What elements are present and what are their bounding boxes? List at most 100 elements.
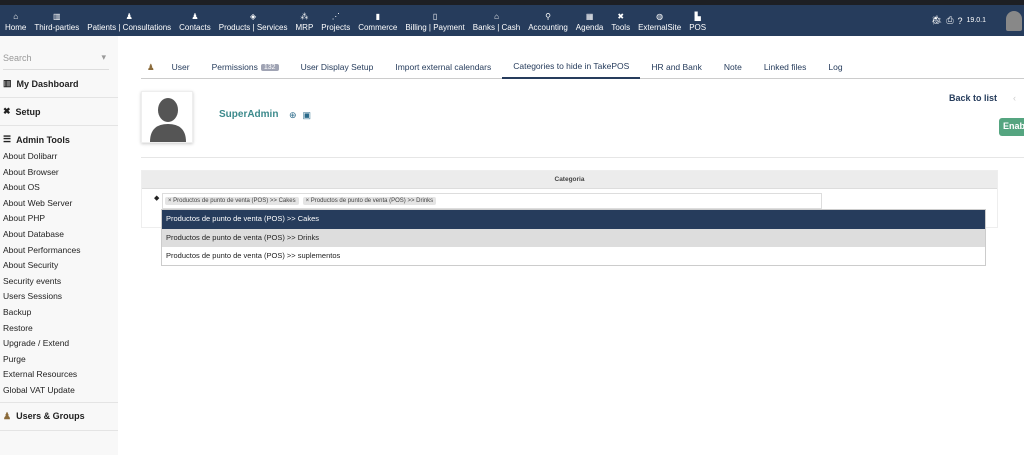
globe-icon: ◍ bbox=[656, 12, 664, 21]
category-dropdown: Productos de punto de venta (POS) >> Cak… bbox=[161, 209, 986, 266]
tab-label: HR and Bank bbox=[651, 62, 702, 72]
nav-item-pos[interactable]: ▙ POS bbox=[685, 11, 710, 36]
nav-item-banks-cash[interactable]: ⌂ Banks | Cash bbox=[469, 11, 524, 36]
tab-label: Categories to hide in TakePOS bbox=[513, 61, 630, 71]
contacts-icon: ♟ bbox=[191, 12, 199, 21]
sidebar-item[interactable]: Backup bbox=[0, 304, 118, 320]
sidebar-item[interactable]: Restore bbox=[0, 320, 118, 336]
tab-user[interactable]: User bbox=[161, 56, 201, 79]
nav-label: Accounting bbox=[528, 23, 568, 32]
user-avatar[interactable] bbox=[1006, 10, 1022, 31]
tab-label: User Display Setup bbox=[300, 62, 374, 72]
download-icon[interactable]: ⊕ bbox=[289, 110, 297, 121]
back-to-list-link[interactable]: Back to list bbox=[949, 93, 997, 103]
sidebar-dashboard[interactable]: ▥ My Dashboard bbox=[0, 70, 118, 98]
tab-permissions[interactable]: Permissions 132 bbox=[201, 56, 290, 79]
nav-item-commerce[interactable]: ▮ Commerce bbox=[354, 11, 401, 36]
sidebar-item[interactable]: About Performances bbox=[0, 242, 118, 258]
tag-icon: ◆ bbox=[154, 195, 160, 202]
tab-label: Note bbox=[723, 62, 742, 72]
nav-label: POS bbox=[689, 23, 707, 32]
server-icon: ☰ bbox=[3, 134, 12, 144]
sidebar-item[interactable]: About Web Server bbox=[0, 195, 118, 211]
nav-label: Billing | Payment bbox=[405, 23, 465, 32]
sidebar-item[interactable]: Security events bbox=[0, 273, 118, 289]
search-dollar-icon: ⚲ bbox=[545, 12, 551, 21]
nav-item-agenda[interactable]: ▦ Agenda bbox=[572, 11, 608, 36]
tab-label: User bbox=[171, 62, 190, 72]
cash-register-icon: ▙ bbox=[694, 12, 701, 21]
nav-item-patients-consultations[interactable]: ♟ Patients | Consultations bbox=[83, 11, 175, 36]
previous-icon[interactable]: ‹ bbox=[1013, 93, 1016, 103]
nav-label: Home bbox=[5, 23, 27, 32]
dropdown-option[interactable]: Productos de punto de venta (POS) >> sup… bbox=[162, 247, 985, 266]
selected-chip[interactable]: × Productos de punto de venta (POS) >> C… bbox=[165, 197, 299, 205]
tab-linked-files[interactable]: Linked files bbox=[753, 56, 818, 79]
nav-item-home[interactable]: ⌂ Home bbox=[1, 11, 30, 36]
tools-icon: ✖ bbox=[617, 12, 625, 21]
enable-button[interactable]: Enable bbox=[999, 118, 1024, 136]
tab-user-display-setup[interactable]: User Display Setup bbox=[290, 56, 385, 79]
sidebar-item[interactable]: About Database bbox=[0, 226, 118, 242]
tab-label: Linked files bbox=[763, 62, 807, 72]
dropdown-option[interactable]: Productos de punto de venta (POS) >> Cak… bbox=[162, 210, 985, 229]
nav-item-accounting[interactable]: ⚲ Accounting bbox=[524, 11, 572, 36]
user-icon: ♟ bbox=[147, 61, 155, 72]
sidebar-item[interactable]: About Browser bbox=[0, 164, 118, 180]
sidebar-item[interactable]: Users Sessions bbox=[0, 288, 118, 304]
tab-note[interactable]: Note bbox=[713, 56, 753, 79]
invoice-icon: ▯ bbox=[432, 12, 438, 21]
sidebar: Search ▾ ▥ My Dashboard ✖ Setup ☰ Admin Tool… bbox=[0, 36, 118, 455]
tab-categories-to-hide-in-takepos[interactable]: Categories to hide in TakePOS bbox=[502, 56, 641, 79]
sidebar-item[interactable]: Upgrade / Extend bbox=[0, 335, 118, 351]
nav-item-third-parties[interactable]: ▥ Third-parties bbox=[30, 11, 83, 36]
nav-item-externalsite[interactable]: ◍ ExternalSite bbox=[634, 11, 685, 36]
version-label: 19.0.1 bbox=[966, 17, 986, 24]
tools-icon: ✖ bbox=[3, 106, 11, 116]
search-input[interactable]: Search ▾ bbox=[3, 46, 109, 70]
nav-item-projects[interactable]: ⋰ Projects bbox=[317, 11, 354, 36]
tab-label: Log bbox=[828, 62, 843, 72]
bug-icon[interactable]: 🐞︎ bbox=[931, 15, 942, 26]
vcard-icon[interactable]: ▣ bbox=[303, 110, 312, 121]
tab-import-external-calendars[interactable]: Import external calendars bbox=[384, 56, 502, 79]
sidebar-admin-tools[interactable]: ☰ Admin Tools bbox=[0, 126, 118, 148]
user-name[interactable]: SuperAdmin bbox=[219, 109, 278, 120]
user-icon: ♟ bbox=[3, 410, 12, 421]
nav-label: Banks | Cash bbox=[472, 23, 521, 32]
help-icon[interactable]: ? bbox=[958, 16, 963, 26]
tab-hr-and-bank[interactable]: HR and Bank bbox=[640, 56, 713, 79]
print-icon[interactable]: ⎙ bbox=[946, 15, 953, 26]
sidebar-item[interactable]: About PHP bbox=[0, 210, 118, 226]
tab-label: Import external calendars bbox=[395, 62, 492, 72]
nav-label: Agenda bbox=[575, 23, 604, 32]
sidebar-item[interactable]: Global VAT Update bbox=[0, 382, 118, 398]
sidebar-setup[interactable]: ✖ Setup bbox=[0, 98, 118, 126]
sidebar-item[interactable]: About Dolibarr bbox=[0, 148, 118, 164]
sidebar-item[interactable]: About Security bbox=[0, 257, 118, 273]
nav-item-contacts[interactable]: ♟ Contacts bbox=[175, 11, 215, 36]
sidebar-item[interactable]: About OS bbox=[0, 179, 118, 195]
tab-log[interactable]: Log bbox=[817, 56, 853, 79]
sidebar-item[interactable]: Purge bbox=[0, 351, 118, 367]
nav-label: Patients | Consultations bbox=[87, 23, 172, 32]
nav-label: Commerce bbox=[358, 23, 398, 32]
nav-item-billing-payment[interactable]: ▯ Billing | Payment bbox=[401, 11, 468, 36]
nav-item-tools[interactable]: ✖ Tools bbox=[607, 11, 634, 36]
category-multiselect[interactable]: × Productos de punto de venta (POS) >> C… bbox=[162, 193, 822, 209]
sidebar-dashboard-label: My Dashboard bbox=[16, 78, 79, 89]
nav-item-mrp[interactable]: ⁂ MRP bbox=[292, 11, 318, 36]
tab-bar: ♟ User Permissions 132 User Display Setup Imp… bbox=[141, 56, 1024, 79]
cube-icon: ◈ bbox=[250, 12, 257, 21]
selected-chip[interactable]: × Productos de punto de venta (POS) >> D… bbox=[302, 197, 437, 205]
sidebar-users-groups[interactable]: ♟ Users & Groups bbox=[0, 401, 118, 431]
dropdown-option[interactable]: Productos de punto de venta (POS) >> Dri… bbox=[162, 228, 985, 247]
user-photo bbox=[141, 91, 193, 143]
nav-label: ExternalSite bbox=[638, 23, 682, 32]
sidebar-item[interactable]: External Resources bbox=[0, 366, 118, 382]
chart-icon: ▥ bbox=[3, 78, 12, 88]
nav-label: Tools bbox=[611, 23, 631, 32]
nav-item-products-services[interactable]: ◈ Products | Services bbox=[215, 11, 292, 36]
nav-label: Third-parties bbox=[34, 23, 80, 32]
search-placeholder: Search bbox=[3, 52, 32, 63]
